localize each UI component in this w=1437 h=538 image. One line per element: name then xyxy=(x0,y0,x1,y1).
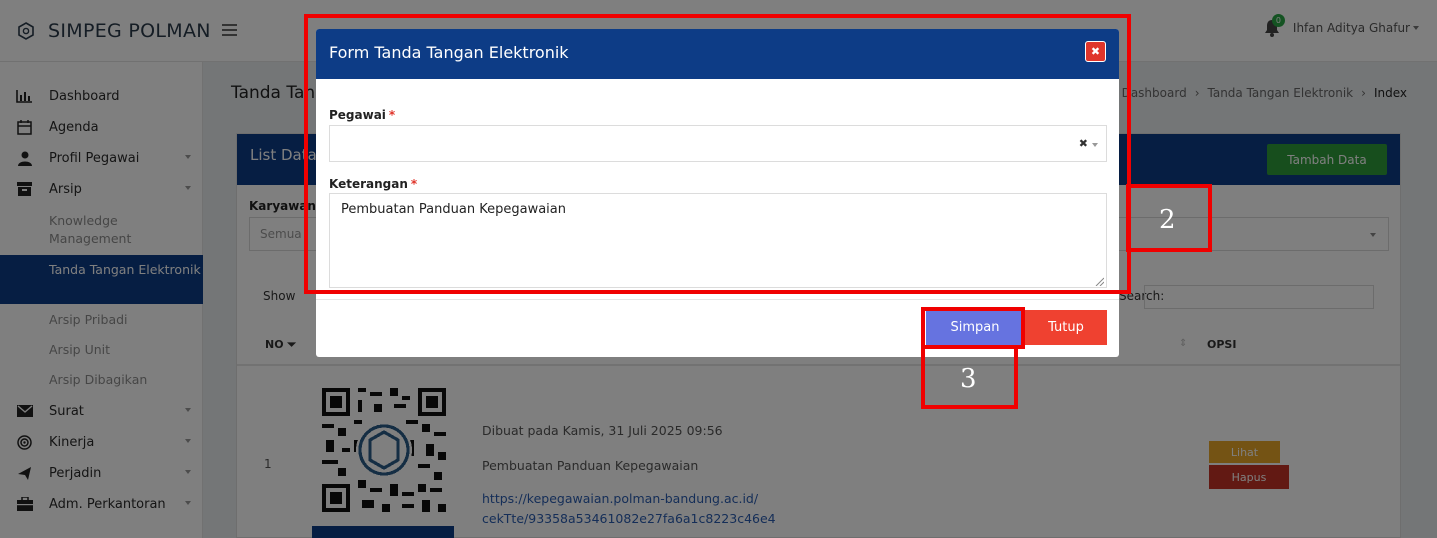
cancel-button[interactable]: Tutup xyxy=(1025,310,1107,345)
annotation-label-3: 3 xyxy=(960,364,977,394)
annotation-box-form xyxy=(304,14,1131,294)
annotation-box-save xyxy=(921,307,1025,349)
annotation-label-2: 2 xyxy=(1159,205,1176,235)
